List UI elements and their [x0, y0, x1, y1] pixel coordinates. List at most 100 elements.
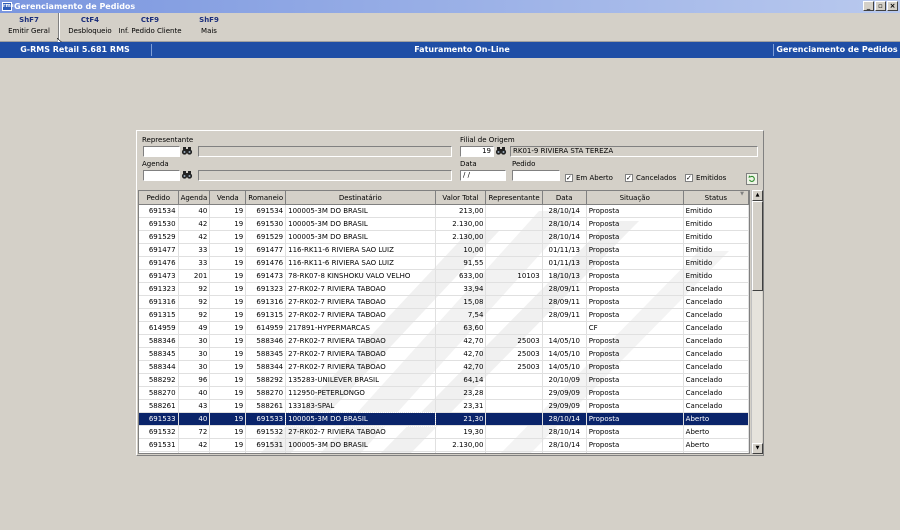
column-header-venda[interactable]: Venda [209, 191, 247, 205]
cell-venda: 19 [209, 425, 247, 439]
cell-agenda: 96 [178, 373, 211, 387]
system-version-label: G-RMS Retail 5.681 RMS [20, 45, 130, 54]
cell-valor-total: 33,94 [435, 282, 487, 296]
cell-valor-total: 63,60 [435, 321, 487, 335]
table-row[interactable]: 588292 96 19 588292 135283-UNILEVER BRASIL 64… [139, 373, 749, 387]
table-row[interactable]: 588346 30 19 588346 27-RK02-7 RIVIERA TABOAO… [139, 334, 749, 348]
cell-agenda: 40 [178, 412, 211, 426]
inf-pedido-cliente-button[interactable]: CtF9 Inf. Pedido Cliente [118, 15, 182, 39]
cell-representante [485, 321, 543, 335]
cell-pedido: 691531 [139, 438, 179, 452]
cell-status: Aberto [683, 425, 749, 439]
filial-origem-input[interactable]: 19 [460, 146, 494, 157]
pedido-input[interactable] [512, 170, 560, 181]
table-row[interactable]: 691476 33 19 691476 116-RK11-6 RIVIERA SAO L… [139, 256, 749, 270]
cancelados-checkbox[interactable]: ✓ [625, 174, 633, 182]
agenda-code-input[interactable] [143, 170, 180, 181]
table-row[interactable]: 588344 30 19 588344 27-RK02-7 RIVIERA TABOAO… [139, 360, 749, 374]
table-row[interactable]: 691534 40 19 691534 100005-3M DO BRASIL 213,0… [139, 204, 749, 218]
cell-data: 20/10/09 [542, 373, 587, 387]
cell-valor-total: 2.130,00 [435, 217, 487, 231]
cell-destinatario: 100005-3M DO BRASIL [285, 438, 436, 452]
desbloqueio-button[interactable]: CtF4 Desbloqueio [64, 15, 116, 39]
cell-situacao: Proposta [586, 282, 684, 296]
table-row[interactable]: 691530 42 19 691530 100005-3M DO BRASIL 2.130… [139, 217, 749, 231]
column-header-status[interactable]: Status ▼ [683, 191, 749, 205]
column-header-valor-total[interactable]: Valor Total [435, 191, 487, 205]
emitidos-checkbox[interactable]: ✓ [685, 174, 693, 182]
representante-code-input[interactable] [143, 146, 180, 157]
minimize-icon[interactable]: _ [863, 1, 874, 11]
cell-representante [485, 386, 543, 400]
scroll-up-icon[interactable]: ▲ [752, 190, 763, 201]
cell-valor-total: 21,30 [435, 412, 487, 426]
column-header-romaneio[interactable]: Romaneio [245, 191, 287, 205]
column-header-data[interactable]: Data [542, 191, 587, 205]
cell-data: 28/10/14 [542, 425, 587, 439]
cell-romaneio: 691529 [245, 230, 287, 244]
cell-venda: 19 [209, 243, 247, 257]
emitir-geral-button[interactable]: ShF7 Emitir Geral [2, 15, 56, 39]
scrollbar-thumb[interactable] [752, 201, 763, 291]
table-row[interactable]: 691315 92 19 691315 27-RK02-7 RIVIERA TABOAO… [139, 308, 749, 322]
binoculars-icon[interactable] [181, 145, 193, 156]
column-header-situacao[interactable]: Situação [586, 191, 684, 205]
cell-status: Aberto [683, 438, 749, 452]
binoculars-icon[interactable] [181, 169, 193, 180]
agenda-description-field [198, 170, 452, 181]
cell-valor-total: 91,55 [435, 256, 487, 270]
cell-romaneio: 588261 [245, 399, 287, 413]
table-row[interactable]: 691533 40 19 691533 100005-3M DO BRASIL 21,30… [139, 411, 749, 427]
button-label: Emitir Geral [8, 27, 50, 35]
cell-agenda: 30 [178, 360, 211, 374]
cell-representante: 25003 [485, 334, 543, 348]
table-row[interactable]: 588261 43 19 588261 133183-SPAL 23,31 29/09/09… [139, 399, 749, 413]
cell-situacao: Proposta [586, 230, 684, 244]
grid-vertical-scrollbar[interactable]: ▲ ▼ [751, 190, 763, 454]
representante-label: Representante [142, 136, 194, 144]
cell-agenda: 42 [178, 230, 211, 244]
representante-description-field [198, 146, 452, 157]
button-label: Mais [201, 27, 217, 35]
em-aberto-checkbox[interactable]: ✓ [565, 174, 573, 182]
table-row[interactable]: 691316 92 19 691316 27-RK02-7 RIVIERA TABOAO… [139, 295, 749, 309]
cell-romaneio: 588292 [245, 373, 287, 387]
cell-pedido: 691323 [139, 282, 179, 296]
cell-status: Emitido [683, 217, 749, 231]
cell-representante: 25003 [485, 360, 543, 374]
column-header-pedido[interactable]: Pedido [139, 191, 179, 205]
table-row[interactable]: 691473 201 19 691473 78-RK07-8 KINSHOKU VALO… [139, 269, 749, 283]
cell-data: 27/10/14 [542, 451, 587, 453]
table-row[interactable]: 614959 49 19 614959 217891-HYPERMARCAS 63,60 C… [139, 321, 749, 335]
table-row[interactable]: 588345 30 19 588345 27-RK02-7 RIVIERA TABOAO… [139, 347, 749, 361]
restore-icon[interactable]: ▫ [875, 1, 886, 11]
cell-destinatario: 100005-3M DO BRASIL [284, 411, 437, 427]
refresh-icon[interactable] [746, 173, 758, 185]
table-row[interactable]: 588270 40 19 588270 112950-PETERLONGO 23,28 29… [139, 386, 749, 400]
binoculars-icon[interactable] [495, 145, 507, 156]
cell-destinatario: 27-RK02-7 RIVIERA TABOAO [285, 308, 436, 322]
scroll-down-icon[interactable]: ▼ [752, 443, 763, 454]
table-row[interactable]: 691531 42 19 691531 100005-3M DO BRASIL 2.130… [139, 438, 749, 452]
cell-agenda: 42 [178, 438, 211, 452]
data-input[interactable]: / / [460, 170, 506, 181]
table-row[interactable]: 6915284119691528100005-3M DO BRASIL1.932… [139, 451, 749, 453]
table-row[interactable]: 691477 33 19 691477 116-RK11-6 RIVIERA SAO L… [139, 243, 749, 257]
table-row[interactable]: 691529 42 19 691529 100005-3M DO BRASIL 2.130… [139, 230, 749, 244]
checkbox-icon: ✓ [566, 174, 572, 182]
table-row[interactable]: 691532 72 19 691532 27-RK02-7 RIVIERA TABOAO… [139, 425, 749, 439]
column-header-agenda[interactable]: Agenda [178, 191, 211, 205]
cell-pedido: 691528 [139, 451, 179, 453]
column-header-representante[interactable]: Representante [485, 191, 543, 205]
close-icon[interactable]: × [887, 1, 898, 11]
cell-destinatario: 217891-HYPERMARCAS [285, 321, 436, 335]
cell-venda: 19 [209, 386, 247, 400]
cell-agenda: 92 [178, 308, 211, 322]
cell-venda: 19 [209, 451, 247, 453]
column-header-destinatario[interactable]: Destinatário [285, 191, 436, 205]
cell-representante [485, 308, 543, 322]
table-row[interactable]: 691323 92 19 691323 27-RK02-7 RIVIERA TABOAO… [139, 282, 749, 296]
cell-valor-total: 42,70 [435, 347, 487, 361]
cell-data [542, 321, 587, 335]
mais-button[interactable]: ShF9 Mais [188, 15, 230, 39]
